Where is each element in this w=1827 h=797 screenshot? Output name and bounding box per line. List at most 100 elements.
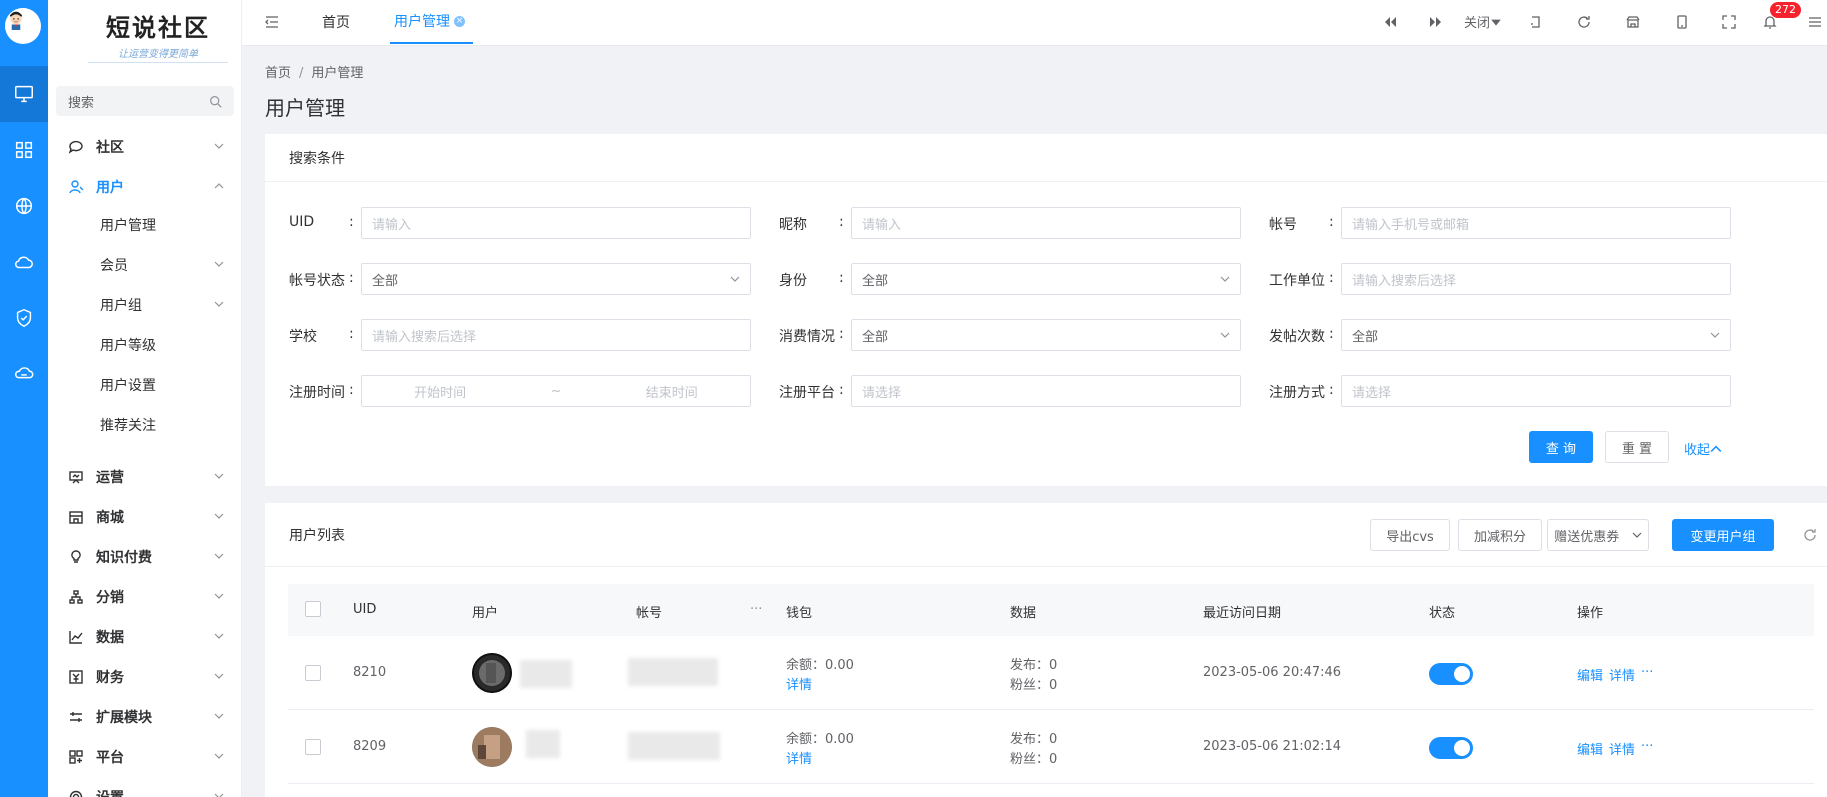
menu-extension[interactable]: 扩展模块 [48,697,241,737]
uid-input[interactable]: 请输入 [361,207,751,239]
status-value: 全部 [372,273,399,289]
refresh-icon[interactable] [1574,12,1594,32]
rail-globe-icon[interactable] [0,178,48,234]
user-avatar[interactable] [472,727,512,767]
post-count-select[interactable]: 全部 [1341,319,1731,351]
rail-monitor-icon[interactable] [0,66,48,122]
col-wallet: 钱包 [786,606,813,621]
school-input[interactable]: 请输入搜索后选择 [361,319,751,351]
wallet-detail-link[interactable]: 详情 [786,748,812,767]
send-coupon-label: 赠送优惠券 [1554,529,1620,545]
status-label: 帐号状态 [289,273,345,289]
sidebar: 短说社区 让运营变得更简单 搜索 社区 用户 用户管理 会员 用户组 用户等级 … [48,0,242,797]
line-chart-icon [68,629,84,645]
submenu-recommend-follow[interactable]: 推荐关注 [48,405,241,445]
rail-shield-icon[interactable] [0,290,48,346]
reg-method-select[interactable]: 请选择 [1341,375,1731,407]
submenu-user-settings[interactable]: 用户设置 [48,365,241,405]
more-ops-icon[interactable]: ··· [1641,739,1653,754]
reg-platform-select[interactable]: 请选择 [851,375,1241,407]
fullscreen-icon[interactable] [1719,12,1739,32]
menu-platform[interactable]: 平台 [48,737,241,777]
query-button[interactable]: 查 询 [1529,431,1593,463]
menu-mall[interactable]: 商城 [48,497,241,537]
tab-user-management-label: 用户管理 [394,14,450,30]
account-input[interactable]: 请输入手机号或邮箱 [1341,207,1731,239]
scroll-left-icon[interactable] [1380,12,1400,32]
menu-finance[interactable]: 财务 [48,657,241,697]
table-row: 8210 余额：0.00 详情 发布：0 粉丝：0 2023-05-06 20:… [288,636,1814,710]
submenu-member[interactable]: 会员 [48,245,241,285]
menu-user[interactable]: 用户 [48,167,241,207]
chevron-down-icon [214,143,224,149]
scroll-right-icon[interactable] [1426,12,1446,32]
wallet-detail-link[interactable]: 详情 [786,674,812,693]
refresh-table-icon[interactable] [1802,527,1818,543]
menu-user-label: 用户 [96,180,124,196]
label-colon: : [349,326,354,342]
work-unit-placeholder: 请输入搜索后选择 [1352,273,1457,289]
reset-button[interactable]: 重 置 [1605,431,1669,463]
detail-link[interactable]: 详情 [1609,739,1635,758]
post-count: 发布：0 [1010,658,1058,673]
consume-select[interactable]: 全部 [851,319,1241,351]
user-avatar[interactable] [5,8,41,44]
status-toggle[interactable] [1429,737,1473,759]
collapse-link[interactable]: 收起 [1684,439,1722,458]
change-user-group-button[interactable]: 变更用户组 [1672,519,1774,551]
close-tabs-dropdown[interactable]: 关闭 [1464,12,1502,31]
exit-icon[interactable] [1526,12,1546,32]
menu-distribution[interactable]: 分销 [48,577,241,617]
breadcrumb-home[interactable]: 首页 [265,66,291,81]
status-select[interactable]: 全部 [361,263,751,295]
chevron-down-icon [214,633,224,639]
label-colon: : [1329,270,1334,286]
menu-collapse-icon[interactable] [264,14,280,30]
menu-knowledge[interactable]: 知识付费 [48,537,241,577]
school-placeholder: 请输入搜索后选择 [372,329,477,345]
send-coupon-dropdown[interactable]: 赠送优惠券 [1547,519,1649,551]
adjust-points-button[interactable]: 加减积分 [1458,519,1542,551]
collapse-label: 收起 [1684,443,1711,458]
tab-home[interactable]: 首页 [322,0,350,44]
tab-user-management[interactable]: 用户管理 × [390,0,473,44]
edit-link[interactable]: 编辑 [1577,665,1603,684]
menu-icon[interactable] [1805,12,1825,32]
submenu-user-management[interactable]: 用户管理 [48,205,241,245]
store-front-icon[interactable] [1623,12,1643,32]
notification-badge: 272 [1770,2,1801,18]
menu-settings[interactable]: 设置 [48,777,241,797]
menu-operation[interactable]: 运营 [48,457,241,497]
menu-community[interactable]: 社区 [48,127,241,167]
caret-down-icon [1491,19,1501,26]
select-all-checkbox[interactable] [305,601,321,617]
export-csv-button[interactable]: 导出cvs [1370,519,1450,551]
rail-cloud-icon[interactable] [0,234,48,290]
reg-time-range[interactable]: 开始时间 ~ 结束时间 [361,375,751,407]
icon-rail [0,0,48,797]
work-unit-input[interactable]: 请输入搜索后选择 [1341,263,1731,295]
nickname-input[interactable]: 请输入 [851,207,1241,239]
identity-select[interactable]: 全部 [851,263,1241,295]
more-ops-icon[interactable]: ··· [1641,665,1653,680]
rail-grid-icon[interactable] [0,122,48,178]
row-checkbox[interactable] [305,665,321,681]
edit-link[interactable]: 编辑 [1577,739,1603,758]
last-visit-date: 2023-05-06 20:47:46 [1203,665,1342,680]
row-checkbox[interactable] [305,739,321,755]
menu-data[interactable]: 数据 [48,617,241,657]
wallet-balance: 余额：0.00 [786,732,854,747]
reg-platform-label: 注册平台 [779,385,835,401]
submenu-user-group[interactable]: 用户组 [48,285,241,325]
col-more-icon[interactable]: ··· [750,602,762,617]
chevron-down-icon [1632,532,1642,538]
user-avatar[interactable] [472,653,512,693]
mobile-icon[interactable] [1672,12,1692,32]
submenu-label: 用户等级 [100,338,156,354]
status-toggle[interactable] [1429,663,1473,685]
submenu-user-level[interactable]: 用户等级 [48,325,241,365]
rail-cloud-link-icon[interactable] [0,346,48,402]
tab-close-icon[interactable]: × [454,15,465,27]
sidebar-search-input[interactable]: 搜索 [56,86,234,116]
detail-link[interactable]: 详情 [1609,665,1635,684]
